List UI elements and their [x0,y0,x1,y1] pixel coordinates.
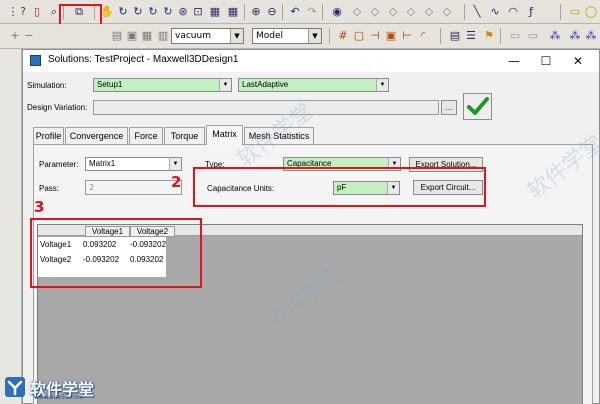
visibility-2-icon[interactable]: ◇ [368,5,382,19]
snap-vertex-icon[interactable]: ▢ [352,29,366,43]
secondary-toolbar: + − ▤ ▣ ▦ ▥ vacuum ▼ Model ▼ # ▢ ⊣ ▣ ⊢ ◜… [0,24,600,49]
snap-arc-icon[interactable]: ◜ [416,29,430,43]
mesh-icon[interactable]: ⁂ [548,29,562,43]
mesh-2-icon[interactable]: ⁂ [568,29,582,43]
highlight-box-2 [193,167,486,207]
option-1-icon[interactable]: ▭ [508,29,522,43]
annotation-2: 2 [171,173,182,191]
apply-button[interactable] [463,93,492,120]
tab-torque[interactable]: Torque [164,127,205,144]
pan-icon[interactable]: ✋ [100,5,114,19]
visibility-3-icon[interactable]: ◇ [386,5,400,19]
add-icon[interactable]: + [8,29,22,43]
chevron-down-icon: ▼ [230,29,243,43]
annotation-3: 3 [34,198,45,216]
design-variation-browse-button[interactable]: ... [441,100,457,115]
chevron-down-icon: ▼ [169,158,181,170]
chevron-down-icon: ▼ [308,29,321,43]
mesh-3-icon[interactable]: ⁂ [584,29,598,43]
title-bar[interactable]: Solutions: TestProject - Maxwell3DDesign… [23,50,599,72]
snap-quadrant-icon[interactable]: ⊢ [400,29,414,43]
draw-arc-icon[interactable]: ◠ [506,5,520,19]
redo-view-icon[interactable]: ↷ [305,5,319,19]
dialog-title: Solutions: TestProject - Maxwell3DDesign… [48,54,239,65]
snap-center-icon[interactable]: ▣ [384,29,398,43]
parameter-label: Parameter: [39,160,79,169]
pass-field[interactable]: 2 [85,180,182,195]
fit-selection-icon[interactable]: ▦ [226,5,240,19]
eye-icon[interactable]: ◉ [330,5,344,19]
pass-label: Pass: [39,184,60,193]
brand-logo-icon [5,377,25,397]
subtract-icon[interactable]: − [22,29,36,43]
measure-icon[interactable]: ⚑ [482,29,496,43]
face-icon[interactable]: ▣ [125,29,139,43]
material-icon[interactable]: ▥ [156,29,170,43]
checkmark-icon [467,97,489,115]
snap-grid-icon[interactable]: # [336,29,350,43]
chevron-down-icon: ▼ [376,79,388,91]
close-button[interactable]: ✕ [563,52,593,70]
tab-convergence[interactable]: Convergence [65,127,128,144]
minimize-button[interactable]: — [499,52,529,70]
brand-url: www.xue51.com [34,394,84,401]
maximize-button[interactable]: ☐ [531,52,561,70]
tab-profile[interactable]: Profile [33,127,64,144]
design-variation-field[interactable] [93,100,439,115]
zoom-region-icon[interactable]: ⊡ [191,5,205,19]
design-variation-label: Design Variation: [27,103,88,112]
visibility-4-icon[interactable]: ◇ [404,5,418,19]
object-icon[interactable]: ▦ [140,29,154,43]
simulation-pass-combo[interactable]: LastAdaptive ▼ [238,78,389,92]
rotate-icon[interactable]: ↻ [116,5,130,19]
material-combo[interactable]: vacuum ▼ [171,28,244,44]
grid-icon[interactable]: ▤ [448,29,462,43]
chevron-down-icon: ▼ [219,79,231,91]
simulation-setup-combo[interactable]: Setup1 ▼ [93,78,232,92]
paste-icon[interactable]: ▯ [30,5,44,19]
highlight-box-3 [30,218,202,288]
tab-force[interactable]: Force [129,127,163,144]
snap-edge-icon[interactable]: ⊣ [368,29,382,43]
draw-rectangle-icon[interactable]: ▭ [568,5,582,19]
visibility-5-icon[interactable]: ◇ [422,5,436,19]
help-icon[interactable]: ? [16,5,30,19]
list-icon[interactable]: ☰ [464,29,478,43]
tab-matrix[interactable]: Matrix [206,125,243,145]
view-combo[interactable]: Model ▼ [252,28,322,44]
zoom-out-icon[interactable]: ⊖ [265,5,279,19]
orbit-icon[interactable]: ⊛ [176,5,190,19]
fit-all-icon[interactable]: ▦ [208,5,222,19]
visibility-6-icon[interactable]: ◇ [440,5,454,19]
draw-equation-icon[interactable]: ƒ [524,5,538,19]
edge-icon[interactable]: ▤ [110,29,124,43]
simulation-label: Simulation: [27,81,67,90]
undo-view-icon[interactable]: ↶ [288,5,302,19]
app-icon [30,55,41,66]
visibility-1-icon[interactable]: ◇ [350,5,364,19]
parameter-combo[interactable]: Matrix1 ▼ [85,157,182,171]
draw-line-icon[interactable]: ╲ [470,5,484,19]
rotate-z-icon[interactable]: ↻ [161,5,175,19]
rotate-x-icon[interactable]: ↻ [131,5,145,19]
left-panel-strip [0,49,22,404]
draw-spline-icon[interactable]: ∿ [488,5,502,19]
option-2-icon[interactable]: ▭ [526,29,540,43]
zoom-in-icon[interactable]: ⊕ [249,5,263,19]
draw-circle-icon[interactable]: ◯ [584,5,598,19]
rotate-y-icon[interactable]: ↻ [146,5,160,19]
